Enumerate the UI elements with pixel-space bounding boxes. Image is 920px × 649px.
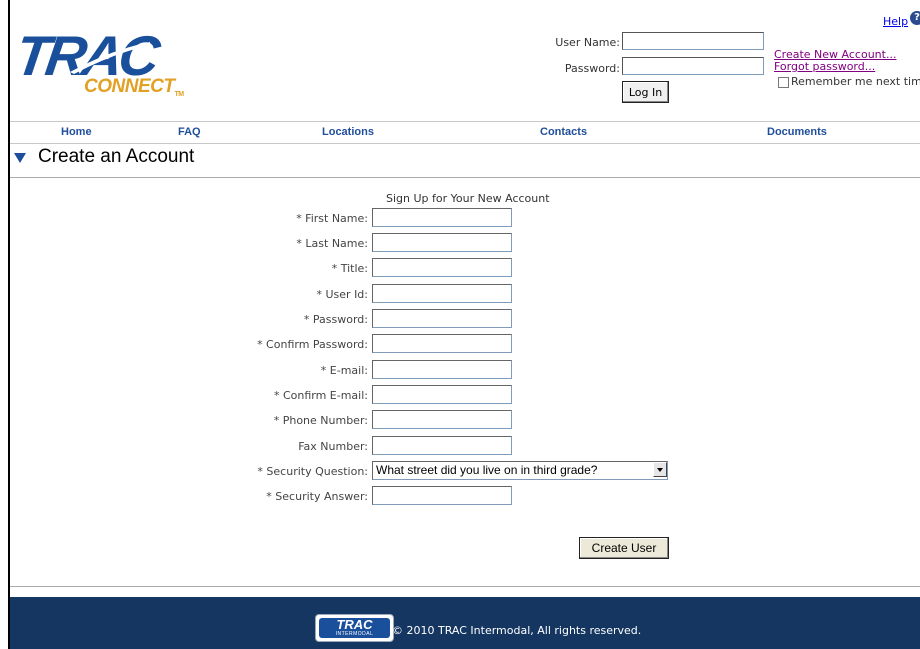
fax-number-label: Fax Number: (298, 440, 368, 453)
create-user-button[interactable]: Create User (579, 537, 669, 559)
security-answer-input[interactable] (372, 486, 512, 505)
logo-trademark: TM (174, 91, 184, 98)
confirm-password-input[interactable] (372, 334, 512, 353)
title-input[interactable] (372, 258, 512, 277)
password-field-label: * Password: (303, 313, 368, 326)
first-name-input[interactable] (372, 208, 512, 227)
remember-me-checkbox[interactable] (778, 77, 789, 88)
page-title: Create an Account (38, 146, 195, 167)
footer-divider (10, 586, 920, 587)
triangle-down-icon (14, 153, 26, 163)
footer: TRAC INTERMODAL © 2010 TRAC Intermodal, … (10, 597, 920, 649)
page-frame-border (8, 0, 10, 649)
fax-number-input[interactable] (372, 436, 512, 455)
username-label: User Name: (555, 36, 620, 49)
user-id-input[interactable] (372, 284, 512, 303)
form-heading: Sign Up for Your New Account (386, 192, 550, 205)
remember-me-label: Remember me next time (791, 75, 920, 88)
password-input[interactable] (622, 57, 764, 75)
phone-number-input[interactable] (372, 410, 512, 429)
footer-logo-subtitle: INTERMODAL (335, 631, 374, 637)
title-divider (10, 177, 920, 178)
nav-item-contacts[interactable]: Contacts (540, 126, 587, 138)
confirm-email-input[interactable] (372, 385, 512, 404)
main-nav: Home FAQ Locations Contacts Documents (10, 121, 920, 144)
security-question-value: What street did you live on in third gra… (376, 463, 598, 477)
logo-streak-icon (70, 42, 150, 74)
logo-subtitle: CONNECTTM (84, 76, 184, 98)
chevron-down-icon[interactable] (653, 462, 667, 477)
first-name-label: * First Name: (296, 212, 368, 225)
trac-connect-logo[interactable]: TRAC CONNECTTM (12, 24, 184, 100)
confirm-password-label: * Confirm Password: (257, 338, 368, 351)
last-name-input[interactable] (372, 233, 512, 252)
last-name-label: * Last Name: (296, 237, 368, 250)
password-label: Password: (564, 62, 620, 75)
forgot-password-link[interactable]: Forgot password... (774, 60, 875, 73)
security-answer-label: * Security Answer: (266, 490, 368, 503)
trac-intermodal-logo: TRAC INTERMODAL (315, 614, 394, 642)
copyright-text: © 2010 TRAC Intermodal, All rights reser… (392, 624, 642, 637)
help-link[interactable]: Help (883, 15, 908, 28)
nav-item-home[interactable]: Home (61, 126, 92, 138)
username-input[interactable] (622, 32, 764, 50)
user-id-label: * User Id: (316, 288, 369, 301)
security-question-select[interactable]: What street did you live on in third gra… (372, 461, 668, 480)
nav-item-documents[interactable]: Documents (767, 126, 827, 138)
phone-number-label: * Phone Number: (273, 414, 368, 427)
new-password-input[interactable] (372, 309, 512, 328)
email-label: * E-mail: (320, 364, 368, 377)
email-input[interactable] (372, 360, 512, 379)
footer-logo-badge: TRAC INTERMODAL (319, 618, 390, 638)
footer-logo-wordmark: TRAC (336, 617, 373, 632)
security-question-label: * Security Question: (257, 465, 368, 478)
confirm-email-label: * Confirm E-mail: (273, 389, 368, 402)
logo-subtitle-text: CONNECT (84, 76, 175, 97)
title-label: * Title: (331, 262, 368, 275)
nav-item-faq[interactable]: FAQ (178, 126, 201, 138)
help-icon[interactable]: ? (910, 11, 920, 25)
nav-item-locations[interactable]: Locations (322, 126, 374, 138)
log-in-button[interactable]: Log In (622, 81, 669, 103)
